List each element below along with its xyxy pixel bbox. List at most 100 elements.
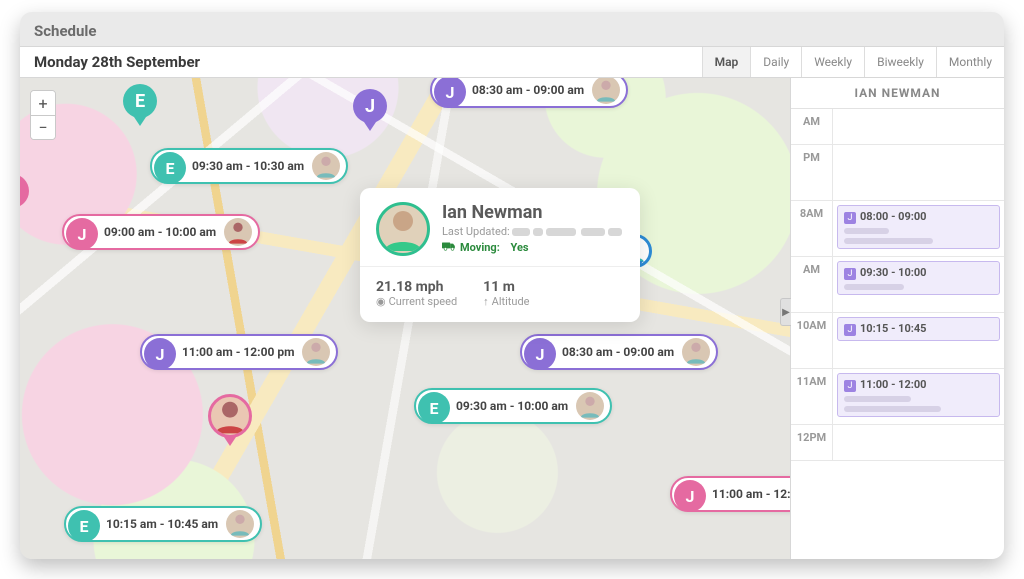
popup-name: Ian Newman (442, 202, 622, 223)
tab-biweekly[interactable]: Biweekly (864, 47, 936, 77)
sidebar-collapse-button[interactable]: ▶ (780, 298, 791, 326)
tab-map[interactable]: Map (702, 47, 751, 77)
calendar-slot[interactable] (833, 109, 1004, 144)
pin-letter: E (418, 392, 450, 424)
calendar-slot[interactable]: J 09:30 - 10:00 (833, 257, 1004, 312)
event-time: 11:00 - 12:00 (860, 378, 927, 391)
popup-altitude-label: ↑Altitude (483, 295, 529, 308)
content: + − J 08:30 am - 09:00 am E 09:30 am - 1… (20, 78, 1004, 559)
schedule-chip[interactable]: E 10:15 am - 10:45 am (64, 506, 262, 542)
hour-label: 12PM (791, 425, 833, 460)
popup-last-updated: Last Updated: (442, 225, 622, 238)
calendar-row: PM (791, 145, 1004, 201)
popup-avatar (376, 202, 430, 256)
pin-letter: J (144, 338, 176, 370)
schedule-chip[interactable]: J 11:00 am - 12:00 pm (140, 334, 338, 370)
avatar (208, 394, 252, 438)
event-badge: J (844, 268, 856, 280)
calendar-event[interactable]: J 09:30 - 10:00 (837, 261, 1000, 295)
pin-letter: E (154, 152, 186, 184)
chip-time: 08:30 am - 09:00 am (562, 345, 682, 359)
map[interactable]: + − J 08:30 am - 09:00 am E 09:30 am - 1… (20, 78, 790, 559)
chip-avatar (302, 338, 330, 366)
event-badge: J (844, 380, 856, 392)
schedule-chip[interactable]: E 09:30 am - 10:00 am (414, 388, 612, 424)
event-badge: J (844, 212, 856, 224)
pin-letter: E (68, 510, 100, 542)
hour-label: AM (791, 257, 833, 312)
chip-time: 10:15 am - 10:45 am (106, 517, 226, 531)
hour-label: PM (791, 145, 833, 200)
calendar-row: 11AM J 11:00 - 12:00 (791, 369, 1004, 425)
map-pin[interactable]: J (20, 174, 29, 208)
calendar-slot[interactable]: J 11:00 - 12:00 (833, 369, 1004, 424)
schedule-chip[interactable]: J 11:00 am - 12:00 pm (670, 476, 790, 512)
schedule-chip[interactable]: E 09:30 am - 10:30 am (150, 148, 348, 184)
schedule-chip[interactable]: J 08:30 am - 09:00 am (430, 78, 628, 108)
chip-avatar (312, 152, 340, 180)
chip-time: 11:00 am - 12:00 pm (182, 345, 302, 359)
hour-label: 8AM (791, 201, 833, 256)
user-popup: Ian Newman Last Updated: Moving: Yes (360, 188, 640, 322)
app-window: Schedule Monday 28th September Map Daily… (20, 12, 1004, 559)
popup-speed-label: ◉Current speed (376, 295, 457, 308)
zoom-control: + − (30, 90, 56, 140)
user-location-pin[interactable] (208, 394, 252, 438)
chip-time: 08:30 am - 09:00 am (472, 83, 592, 97)
hour-label: 10AM (791, 313, 833, 368)
event-time: 09:30 - 10:00 (860, 266, 927, 279)
chip-avatar (682, 338, 710, 366)
truck-icon (442, 241, 456, 254)
gauge-icon: ◉ (376, 295, 386, 308)
sidebar-header: IAN NEWMAN (791, 78, 1004, 109)
event-time: 08:00 - 09:00 (860, 210, 927, 223)
calendar-row: 10AM J 10:15 - 10:45 (791, 313, 1004, 369)
chip-avatar (226, 510, 254, 538)
calendar-event[interactable]: J 11:00 - 12:00 (837, 373, 1000, 417)
calendar-row: AM (791, 109, 1004, 145)
pin-letter: J (434, 78, 466, 108)
event-badge: J (844, 324, 856, 336)
current-date: Monday 28th September (34, 53, 200, 71)
chip-avatar (592, 78, 620, 104)
popup-altitude-value: 11 m (483, 279, 529, 295)
hour-label: AM (791, 109, 833, 144)
calendar-row: 8AM J 08:00 - 09:00 (791, 201, 1004, 257)
schedule-chip[interactable]: J 08:30 am - 09:00 am (520, 334, 718, 370)
chip-time: 09:30 am - 10:00 am (456, 399, 576, 413)
page-title: Schedule (34, 22, 990, 40)
calendar-row: AM J 09:30 - 10:00 (791, 257, 1004, 313)
calendar-slot[interactable]: J 10:15 - 10:45 (833, 313, 1004, 368)
tab-daily[interactable]: Daily (750, 47, 801, 77)
map-pin[interactable]: J (353, 89, 387, 123)
pin-letter: J (66, 218, 98, 250)
calendar-event[interactable]: J 10:15 - 10:45 (837, 317, 1000, 341)
chip-time: 09:00 am - 10:00 am (104, 225, 224, 239)
event-time: 10:15 - 10:45 (860, 322, 927, 335)
calendar-slot[interactable] (833, 425, 1004, 460)
chip-avatar (576, 392, 604, 420)
calendar-event[interactable]: J 08:00 - 09:00 (837, 205, 1000, 249)
calendar-row: 12PM (791, 425, 1004, 461)
popup-speed-value: 21.18 mph (376, 279, 457, 295)
tab-monthly[interactable]: Monthly (936, 47, 1004, 77)
zoom-in-button[interactable]: + (31, 91, 55, 115)
tab-weekly[interactable]: Weekly (801, 47, 864, 77)
titlebar: Schedule (20, 12, 1004, 46)
pin-letter: J (674, 480, 706, 512)
pin-letter: E (135, 91, 145, 112)
pin-letter: J (524, 338, 556, 370)
calendar-slot[interactable] (833, 145, 1004, 200)
chip-avatar (224, 218, 252, 246)
hour-label: 11AM (791, 369, 833, 424)
chip-time: 09:30 am - 10:30 am (192, 159, 312, 173)
calendar-column[interactable]: AM PM 8AM J 08:00 - 09:00 (791, 109, 1004, 559)
view-tabs: Map Daily Weekly Biweekly Monthly (702, 47, 1004, 77)
popup-moving-status: Moving: Yes (442, 241, 622, 254)
schedule-chip[interactable]: J 09:00 am - 10:00 am (62, 214, 260, 250)
map-pin[interactable]: E (123, 84, 157, 118)
chip-time: 11:00 am - 12:00 pm (712, 487, 790, 501)
calendar-slot[interactable]: J 08:00 - 09:00 (833, 201, 1004, 256)
schedule-sidebar: ▶ IAN NEWMAN AM PM 8AM J08:00 - 09:00 (790, 78, 1004, 559)
zoom-out-button[interactable]: − (31, 115, 55, 139)
